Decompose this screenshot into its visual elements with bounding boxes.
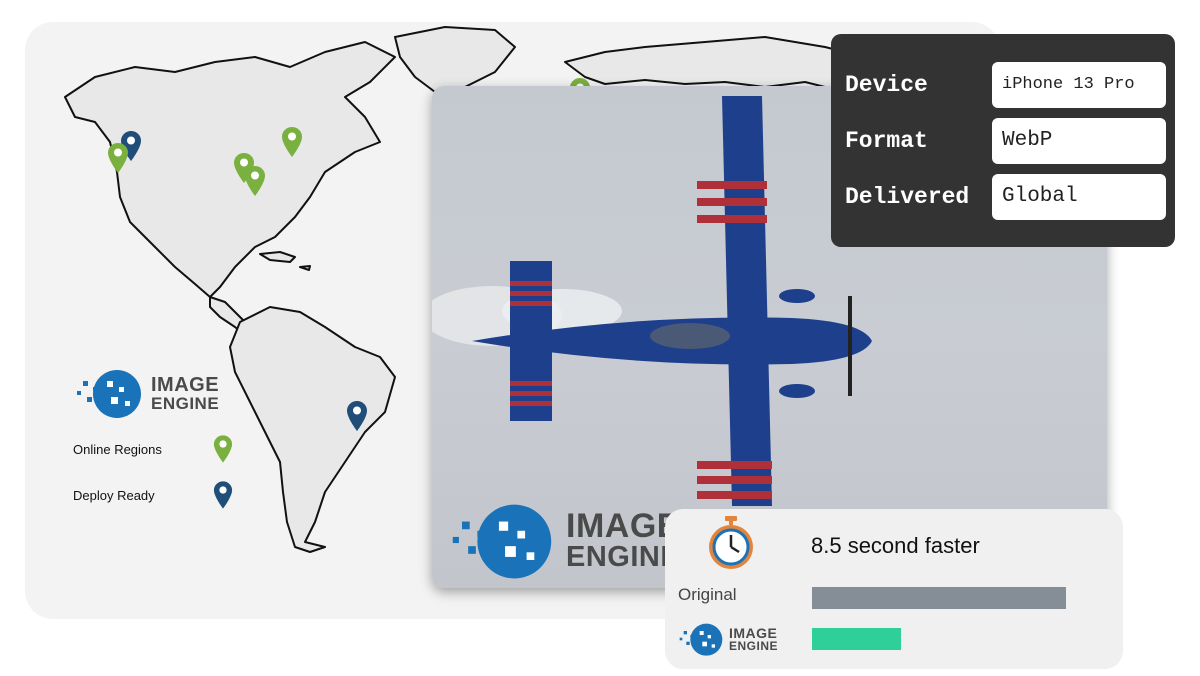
map-pin-icon xyxy=(213,479,233,511)
logo-text-image: IMAGE xyxy=(151,373,220,396)
logo-text-engine: ENGINE xyxy=(566,540,681,573)
info-label: Delivered xyxy=(845,183,970,210)
logo-text-engine: ENGINE xyxy=(729,639,779,653)
logo-text-image: IMAGE xyxy=(729,625,778,641)
image-engine-logo-icon xyxy=(452,504,552,579)
image-engine-logo-icon xyxy=(679,623,723,656)
original-load-time-bar xyxy=(812,587,1066,609)
map-pin-deploy-ready[interactable] xyxy=(346,400,368,432)
map-pin-online-region[interactable] xyxy=(244,165,266,197)
map-pin-icon xyxy=(213,433,233,465)
legend-label: Deploy Ready xyxy=(73,487,155,503)
legend-item-online-regions: Online Regions xyxy=(73,433,233,465)
image-engine-watermark: IMAGE ENGINE xyxy=(446,500,680,580)
format-value-field: WebP xyxy=(992,117,1166,164)
legend-item-deploy-ready: Deploy Ready xyxy=(73,479,233,511)
info-row-delivered: Delivered Global xyxy=(845,164,1167,229)
caribbean-islands xyxy=(259,251,311,271)
image-engine-load-time-bar xyxy=(812,628,901,650)
legend-label: Online Regions xyxy=(73,441,162,457)
map-pin-online-region[interactable] xyxy=(281,126,303,158)
image-engine-logo: IMAGE ENGINE xyxy=(73,367,253,419)
original-bar-label: Original xyxy=(678,585,737,604)
logo-text-image: IMAGE xyxy=(566,506,680,545)
info-label: Format xyxy=(845,127,928,154)
greenland-outline xyxy=(394,26,516,93)
south-america-outline xyxy=(229,306,396,553)
map-legend: IMAGE ENGINE Online Regions Deploy Ready xyxy=(73,367,253,511)
image-engine-bar-label: IMAGE ENGINE xyxy=(677,621,778,657)
delivered-value-field: Global xyxy=(992,173,1166,220)
map-pin-online-region[interactable] xyxy=(107,142,129,174)
device-value-field: iPhone 13 Pro xyxy=(992,61,1166,108)
image-engine-logo-icon xyxy=(77,370,141,418)
performance-comparison-card: 8.5 second faster Original IMAGE ENGINE xyxy=(665,509,1123,669)
stopwatch-icon xyxy=(709,516,753,569)
speed-improvement-title: 8.5 second faster xyxy=(811,533,980,558)
delivery-info-panel: Device iPhone 13 Pro Format WebP Deliver… xyxy=(831,34,1175,247)
logo-text-engine: ENGINE xyxy=(151,393,220,413)
info-label: Device xyxy=(845,71,928,98)
